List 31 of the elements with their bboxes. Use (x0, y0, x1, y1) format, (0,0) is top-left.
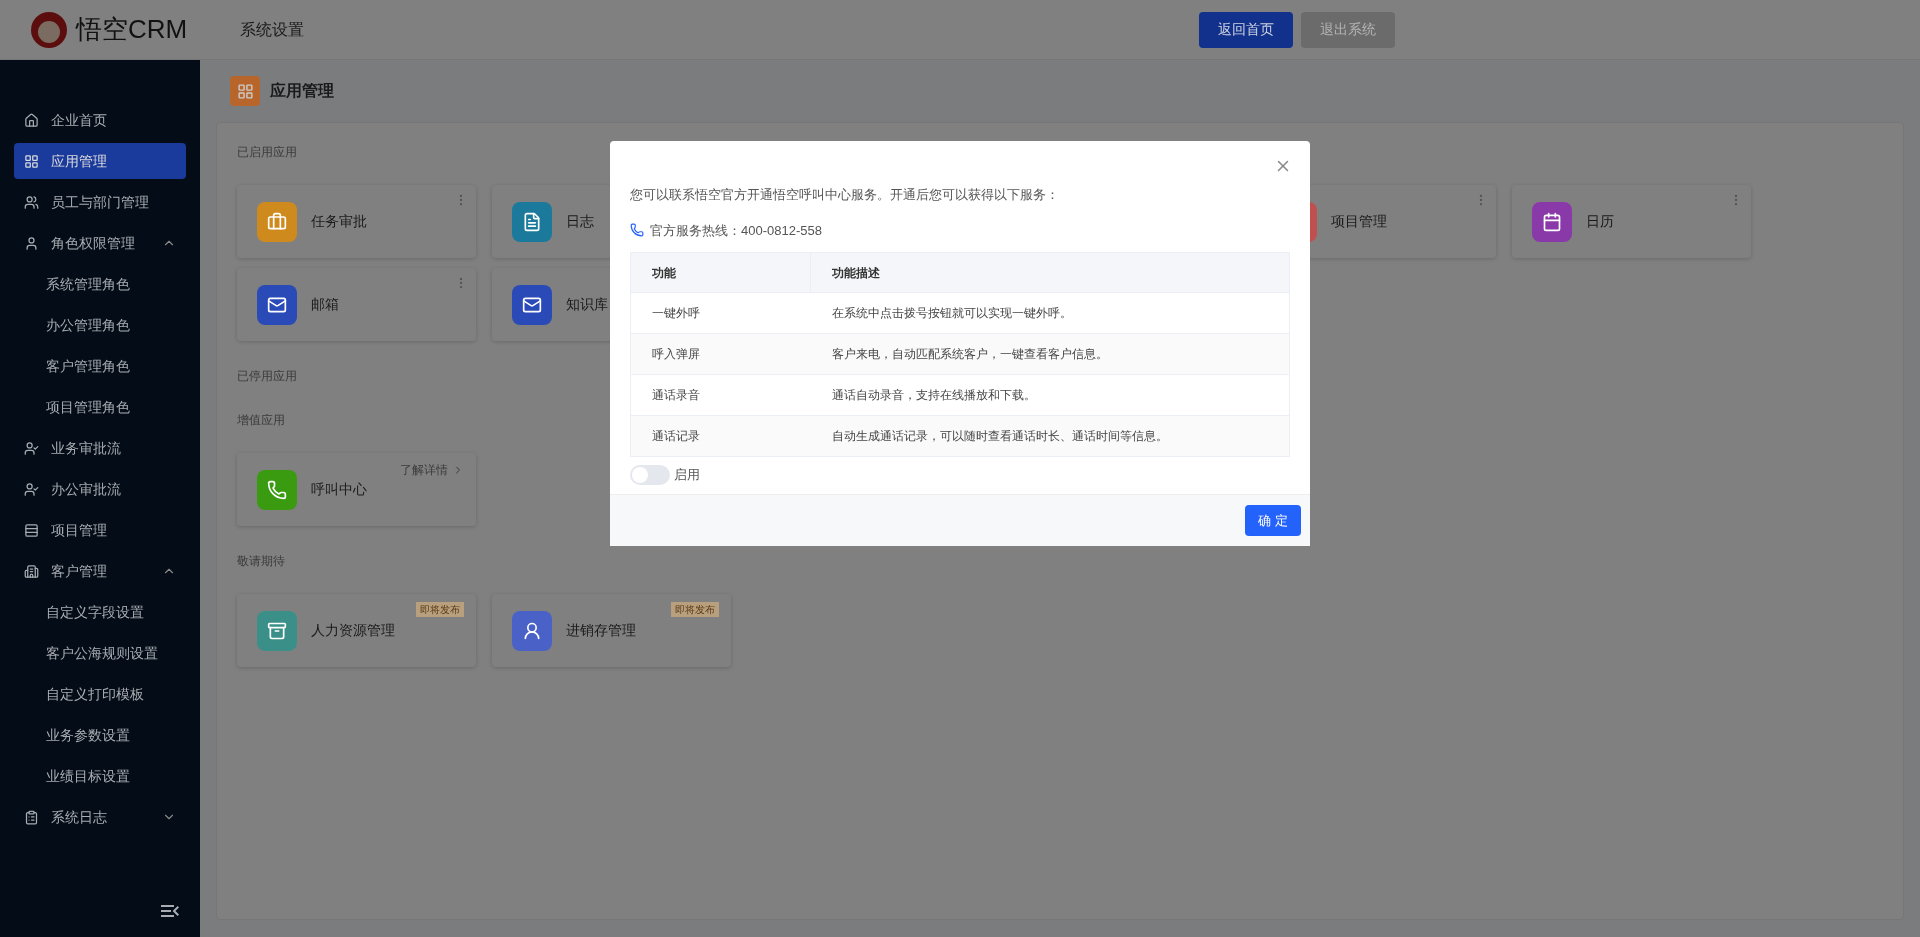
upcoming-badge: 即将发布 (671, 602, 719, 617)
app-name: 知识库 (566, 295, 608, 314)
page-title: 系统设置 (240, 19, 304, 40)
app-name: 呼叫中心 (311, 480, 367, 499)
table-cell: 自动生成通话记录，可以随时查看通话时长、通话时间等信息。 (810, 415, 1290, 457)
app-name: 人力资源管理 (311, 621, 395, 640)
hotline-text: 官方服务热线：400-0812-558 (650, 221, 822, 240)
app-name: 日志 (566, 212, 594, 231)
app-name: 进销存管理 (566, 621, 636, 640)
switch-label: 启用 (674, 466, 700, 485)
group-label: 已停用应用 (237, 368, 298, 385)
table-cell: 一键外呼 (630, 292, 811, 334)
table-cell: 通话自动录音，支持在线播放和下载。 (810, 374, 1290, 416)
table-cell: 客户来电，自动匹配系统客户，一键查看客户信息。 (810, 333, 1290, 375)
section-title: 应用管理 (270, 81, 334, 101)
app-name: 日历 (1586, 212, 1614, 231)
intro-text: 您可以联系悟空官方开通悟空呼叫中心服务。开通后您可以获得以下服务： (630, 186, 1060, 204)
group-label: 增值应用 (237, 412, 286, 429)
column-header: 功能 (630, 252, 811, 293)
app-name: 任务审批 (311, 212, 367, 231)
app-name: 邮箱 (311, 295, 339, 314)
app-name: 项目管理 (1331, 212, 1387, 231)
group-label: 敬请期待 (237, 553, 286, 570)
column-header: 功能描述 (810, 252, 1290, 293)
upcoming-badge: 即将发布 (416, 602, 464, 617)
logo-text: 悟空CRM (76, 13, 188, 46)
group-label: 已启用应用 (237, 144, 298, 161)
table-cell: 通话录音 (630, 374, 811, 416)
table-cell: 在系统中点击拨号按钮就可以实现一键外呼。 (810, 292, 1290, 334)
table-cell: 呼入弹屏 (630, 333, 811, 375)
table-cell: 通话记录 (630, 415, 811, 457)
